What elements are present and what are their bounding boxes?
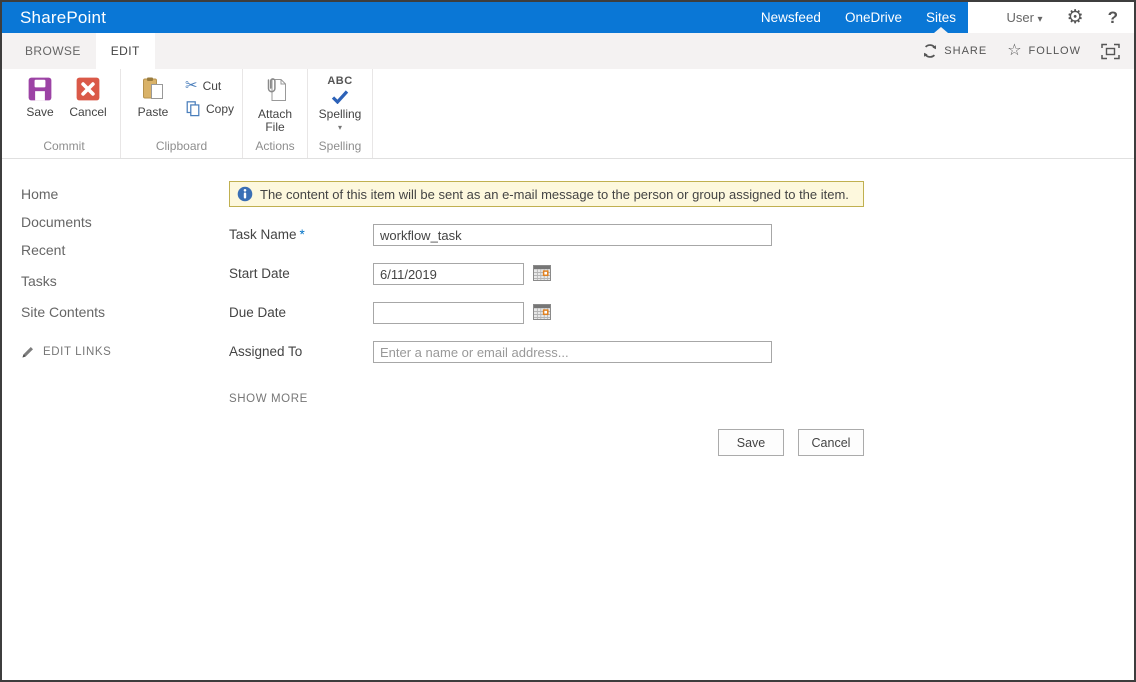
sync-arrows-icon: [924, 44, 937, 58]
form-button-row: Save Cancel: [229, 429, 864, 456]
edit-links-button[interactable]: EDIT LINKS: [21, 345, 229, 359]
group-label-spelling: Spelling: [318, 139, 362, 153]
ribbon-cancel-button[interactable]: Cancel: [64, 73, 112, 119]
sidebar-item-tasks[interactable]: Tasks: [21, 274, 229, 288]
star-icon: ☆: [1007, 42, 1023, 59]
group-label-clipboard: Clipboard: [155, 139, 208, 153]
checkmark-icon: [331, 90, 349, 104]
tab-edit[interactable]: EDIT: [95, 33, 155, 69]
chevron-down-icon: ▾: [1037, 14, 1043, 25]
ribbon-copy-button[interactable]: Copy: [185, 100, 234, 117]
edit-links-label: EDIT LINKS: [43, 346, 112, 358]
follow-button[interactable]: ☆ FOLLOW: [1007, 43, 1081, 59]
sharepoint-logo: SharePoint: [20, 7, 107, 27]
tab-browse[interactable]: BROWSE: [10, 33, 96, 69]
group-label-commit: Commit: [43, 139, 85, 153]
ribbon-group-spelling: ABC Spelling ▾ Spelling: [308, 69, 374, 158]
cut-label: Cut: [202, 78, 222, 93]
start-date-label: Start Date: [229, 266, 290, 281]
ribbon-tab-row: BROWSE EDIT SHARE ☆ FOLLOW: [2, 33, 1134, 69]
ribbon: Save Cancel Commit Paste ✂ Cut Copy Clip…: [2, 69, 1134, 159]
ribbon-save-button[interactable]: Save: [16, 73, 64, 119]
calendar-icon: [533, 304, 551, 320]
clipboard-icon: [143, 77, 163, 99]
help-icon[interactable]: ?: [1108, 8, 1118, 28]
paperclip-page-icon: [267, 78, 286, 101]
suite-link-sites[interactable]: Sites: [914, 2, 968, 33]
chevron-down-icon: ▾: [338, 123, 343, 132]
show-more-link[interactable]: SHOW MORE: [229, 393, 869, 405]
follow-label: FOLLOW: [1028, 45, 1081, 57]
share-button[interactable]: SHARE: [922, 43, 987, 59]
share-label: SHARE: [944, 45, 988, 57]
floppy-disk-icon: [28, 77, 52, 101]
ribbon-paste-button[interactable]: Paste: [129, 73, 177, 119]
suite-bar-user-region: User ▾ ⚙ ?: [968, 2, 1134, 33]
scissors-icon: ✂: [185, 77, 198, 94]
save-label: Save: [26, 105, 54, 119]
ribbon-group-actions: Attach File Actions: [243, 69, 309, 158]
sidebar-item-site-contents[interactable]: Site Contents: [21, 305, 229, 319]
task-name-label: Task Name *: [229, 224, 373, 242]
edit-item-form: The content of this item will be sent as…: [229, 181, 869, 678]
copy-pages-icon: [186, 101, 200, 117]
assigned-to-row: Assigned To: [229, 341, 869, 363]
suite-nav: Newsfeed OneDrive Sites: [749, 2, 968, 33]
form-save-button[interactable]: Save: [718, 429, 784, 456]
pencil-icon: [22, 347, 33, 358]
ribbon-group-clipboard: Paste ✂ Cut Copy Clipboard: [121, 69, 244, 158]
focus-brackets-icon: [1101, 43, 1120, 59]
due-date-label: Due Date: [229, 305, 287, 320]
assigned-to-input[interactable]: [373, 341, 772, 363]
gear-icon[interactable]: ⚙: [1067, 8, 1084, 27]
start-date-input[interactable]: [373, 263, 524, 285]
assigned-to-label: Assigned To: [229, 344, 303, 359]
task-name-input[interactable]: [373, 224, 772, 246]
suite-link-newsfeed[interactable]: Newsfeed: [749, 2, 833, 33]
due-date-picker-button[interactable]: [533, 304, 551, 323]
form-cancel-button[interactable]: Cancel: [798, 429, 864, 456]
due-date-input[interactable]: [373, 302, 524, 324]
tab-actions: SHARE ☆ FOLLOW: [922, 33, 1134, 69]
abc-text: ABC: [327, 75, 353, 87]
spelling-label: Spelling: [318, 107, 362, 121]
start-date-picker-button[interactable]: [533, 265, 551, 284]
suite-bar-blue-region: SharePoint Newsfeed OneDrive Sites: [2, 2, 968, 33]
attach-file-label: Attach File: [258, 107, 293, 134]
copy-label: Copy: [206, 101, 235, 116]
task-name-label-text: Task Name: [229, 227, 297, 242]
ribbon-attach-file-button[interactable]: Attach File: [251, 73, 299, 134]
notice-text: The content of this item will be sent as…: [260, 186, 849, 202]
due-date-row: Due Date: [229, 302, 869, 324]
calendar-icon: [533, 265, 551, 281]
ribbon-group-commit: Save Cancel Commit: [8, 69, 121, 158]
main-content: Home Documents Recent Tasks Site Content…: [2, 159, 1134, 678]
notice-banner: The content of this item will be sent as…: [229, 181, 864, 207]
user-menu[interactable]: User ▾: [1006, 10, 1042, 25]
sharepoint-window: SharePoint Newsfeed OneDrive Sites User …: [0, 0, 1136, 682]
ribbon-spelling-button[interactable]: ABC Spelling ▾: [316, 73, 364, 132]
suite-bar: SharePoint Newsfeed OneDrive Sites User …: [2, 2, 1134, 33]
sidebar-item-recent[interactable]: Recent: [21, 243, 229, 257]
focus-on-content-button[interactable]: [1101, 43, 1120, 60]
ribbon-cut-button[interactable]: ✂ Cut: [185, 78, 234, 93]
info-icon: [237, 186, 253, 202]
group-label-actions: Actions: [255, 139, 295, 153]
cancel-label: Cancel: [69, 105, 107, 119]
paste-label: Paste: [137, 105, 169, 119]
sidebar-item-home[interactable]: Home: [21, 187, 229, 201]
required-mark: *: [299, 227, 305, 242]
x-square-icon: [76, 77, 100, 101]
start-date-row: Start Date: [229, 263, 869, 285]
sidebar-item-documents[interactable]: Documents: [21, 215, 229, 229]
suite-link-onedrive[interactable]: OneDrive: [833, 2, 914, 33]
quick-launch-sidebar: Home Documents Recent Tasks Site Content…: [2, 181, 229, 678]
user-menu-label: User: [1006, 10, 1034, 25]
task-name-row: Task Name *: [229, 224, 869, 246]
